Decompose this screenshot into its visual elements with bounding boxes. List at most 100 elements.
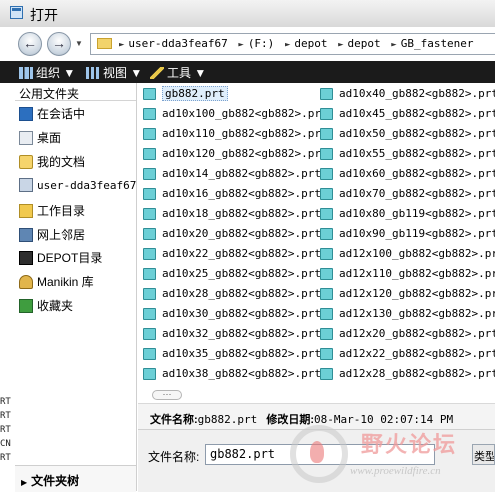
file-name: ad10x18_gb882<gb882>.prt <box>162 207 321 220</box>
forward-button[interactable]: → <box>47 32 71 56</box>
computer-icon <box>19 178 33 192</box>
part-file-icon <box>320 88 333 100</box>
organize-menu[interactable]: 组织 ▼ <box>19 64 75 81</box>
scrollbar-thumb[interactable]: ··· <box>152 390 182 400</box>
chevron-right-icon: ► <box>338 40 344 50</box>
file-type-dropdown[interactable]: 类型 <box>472 444 495 465</box>
part-file-icon <box>320 268 333 280</box>
sidebar-item-computer[interactable]: user-dda3feaf67 <box>19 178 136 198</box>
part-file-icon <box>143 288 156 300</box>
sidebar-item-favorites[interactable]: 收藏夹 <box>19 297 135 317</box>
views-menu[interactable]: 视图 ▼ <box>86 64 142 81</box>
sidebar-item-depot[interactable]: DEPOT目录 <box>19 249 135 269</box>
part-file-icon <box>320 368 333 380</box>
part-file-icon <box>143 128 156 140</box>
sidebar-item-working-directory[interactable]: 工作目录 <box>19 202 135 222</box>
file-name: ad12x22_gb882<gb882>.prt <box>339 347 495 360</box>
file-name: ad10x35_gb882<gb882>.prt <box>162 347 321 360</box>
back-button[interactable]: ← <box>18 32 42 56</box>
file-name: ad10x90_gb119<gb882>.prt <box>339 227 495 240</box>
crumb-depot-2[interactable]: depot <box>348 37 381 50</box>
part-file-icon <box>143 308 156 320</box>
details-name-value: gb882.prt <box>197 413 258 426</box>
part-file-icon <box>320 188 333 200</box>
chevron-right-icon: ► <box>284 40 291 50</box>
navigation-panel: 公用文件夹 在会话中 桌面 我的文档 user-dda3feaf67 工作目录 … <box>15 83 137 492</box>
common-folders-header: 公用文件夹 <box>15 85 136 101</box>
manikin-icon <box>19 275 33 289</box>
file-name-area: 文件名称: gb882.prt 类型 <box>138 429 495 492</box>
part-file-icon <box>320 128 333 140</box>
file-name: ad10x38_gb882<gb882>.prt <box>162 367 321 380</box>
favorites-icon <box>19 299 33 313</box>
part-file-icon <box>143 208 156 220</box>
file-name: ad10x30_gb882<gb882>.prt <box>162 307 321 320</box>
part-file-icon <box>143 368 156 380</box>
part-file-icon <box>143 268 156 280</box>
sidebar-item-my-documents[interactable]: 我的文档 <box>19 153 135 173</box>
chevron-right-icon: ► <box>119 40 125 50</box>
details-name-label: 文件名称: <box>150 414 198 426</box>
part-file-icon <box>320 348 333 360</box>
toolbar: 组织 ▼ 视图 ▼ 工具 ▼ <box>0 61 495 83</box>
part-file-icon <box>320 148 333 160</box>
part-file-icon <box>320 308 333 320</box>
working-directory-icon <box>19 204 33 218</box>
part-file-icon <box>143 88 156 100</box>
triangle-right-icon: ▶ <box>21 478 28 487</box>
chevron-down-icon: ▼ <box>130 66 143 80</box>
file-name: ad10x16_gb882<gb882>.prt <box>162 187 321 200</box>
folder-tree-toggle[interactable]: ▶ 文件夹树 <box>15 465 136 492</box>
history-dropdown-icon[interactable]: ▼ <box>75 39 83 48</box>
organize-icon <box>19 67 33 79</box>
part-file-icon <box>320 108 333 120</box>
file-name: ad12x20_gb882<gb882>.prt <box>339 327 495 340</box>
crumb-gb-fastener[interactable]: GB_fastener <box>401 37 474 50</box>
path-breadcrumb[interactable]: ► user-dda3feaf67 ► (F:) ► depot ► depot ► GB… <box>90 33 495 55</box>
sidebar-item-desktop[interactable]: 桌面 <box>19 129 135 149</box>
file-name: ad10x14_gb882<gb882>.prt <box>162 167 321 180</box>
views-icon <box>86 67 100 79</box>
details-date-value: 08-Mar-10 02:07:14 PM <box>314 413 454 426</box>
part-file-icon <box>143 108 156 120</box>
window-title: 打开 <box>30 7 58 23</box>
file-name: ad12x110_gb882<gb882>.prt <box>339 267 495 280</box>
edge-text: RT RT RT CN RT <box>0 397 11 463</box>
chevron-down-icon: ▼ <box>63 66 76 80</box>
depot-icon <box>19 251 33 265</box>
crumb-computer[interactable]: user-dda3feaf67 <box>128 37 227 50</box>
file-name: ad12x120_gb882<gb882>.prt <box>339 287 495 300</box>
sidebar-item-network[interactable]: 网上邻居 <box>19 226 135 246</box>
part-file-icon <box>143 148 156 160</box>
file-name: ad10x110_gb882<gb882>.prt <box>162 127 328 140</box>
sidebar-item-manikin[interactable]: Manikin 库 <box>19 273 135 293</box>
my-documents-icon <box>19 155 33 169</box>
file-name: ad10x20_gb882<gb882>.prt <box>162 227 321 240</box>
chevron-right-icon: ► <box>238 40 244 50</box>
session-desktop-icon <box>19 107 33 121</box>
file-name-input[interactable]: gb882.prt <box>205 444 435 465</box>
crumb-depot[interactable]: depot <box>294 37 327 50</box>
chevron-right-icon: ► <box>391 40 397 50</box>
file-name: ad10x80_gb119<gb882>.prt <box>339 207 495 220</box>
file-name: ad12x28_gb882<gb882>.prt <box>339 367 495 380</box>
chevron-down-icon: ▼ <box>194 66 207 80</box>
part-file-icon <box>143 248 156 260</box>
file-name: ad10x60_gb882<gb882>.prt <box>339 167 495 180</box>
file-name: ad10x40_gb882<gb882>.prt <box>339 87 495 100</box>
part-file-icon <box>320 248 333 260</box>
file-list: gb882.prt ad10x100_gb882<gb882>.prt ad10x1… <box>138 83 495 383</box>
file-name: ad10x55_gb882<gb882>.prt <box>339 147 495 160</box>
file-details: 文件名称:gb882.prt 修改日期:08-Mar-10 02:07:14 P… <box>138 403 495 430</box>
network-icon <box>19 228 33 242</box>
part-file-icon <box>143 228 156 240</box>
file-name: ad10x70_gb882<gb882>.prt <box>339 187 495 200</box>
tools-menu[interactable]: 工具 ▼ <box>150 64 206 81</box>
file-name: ad10x28_gb882<gb882>.prt <box>162 287 321 300</box>
sidebar-item-session[interactable]: 在会话中 <box>19 105 135 125</box>
file-name: ad10x32_gb882<gb882>.prt <box>162 327 321 340</box>
horizontal-scrollbar[interactable]: ··· <box>138 388 495 402</box>
crumb-drive[interactable]: (F:) <box>248 37 275 50</box>
file-name: ad10x25_gb882<gb882>.prt <box>162 267 321 280</box>
file-name: ad10x120_gb882<gb882>.prt <box>162 147 328 160</box>
